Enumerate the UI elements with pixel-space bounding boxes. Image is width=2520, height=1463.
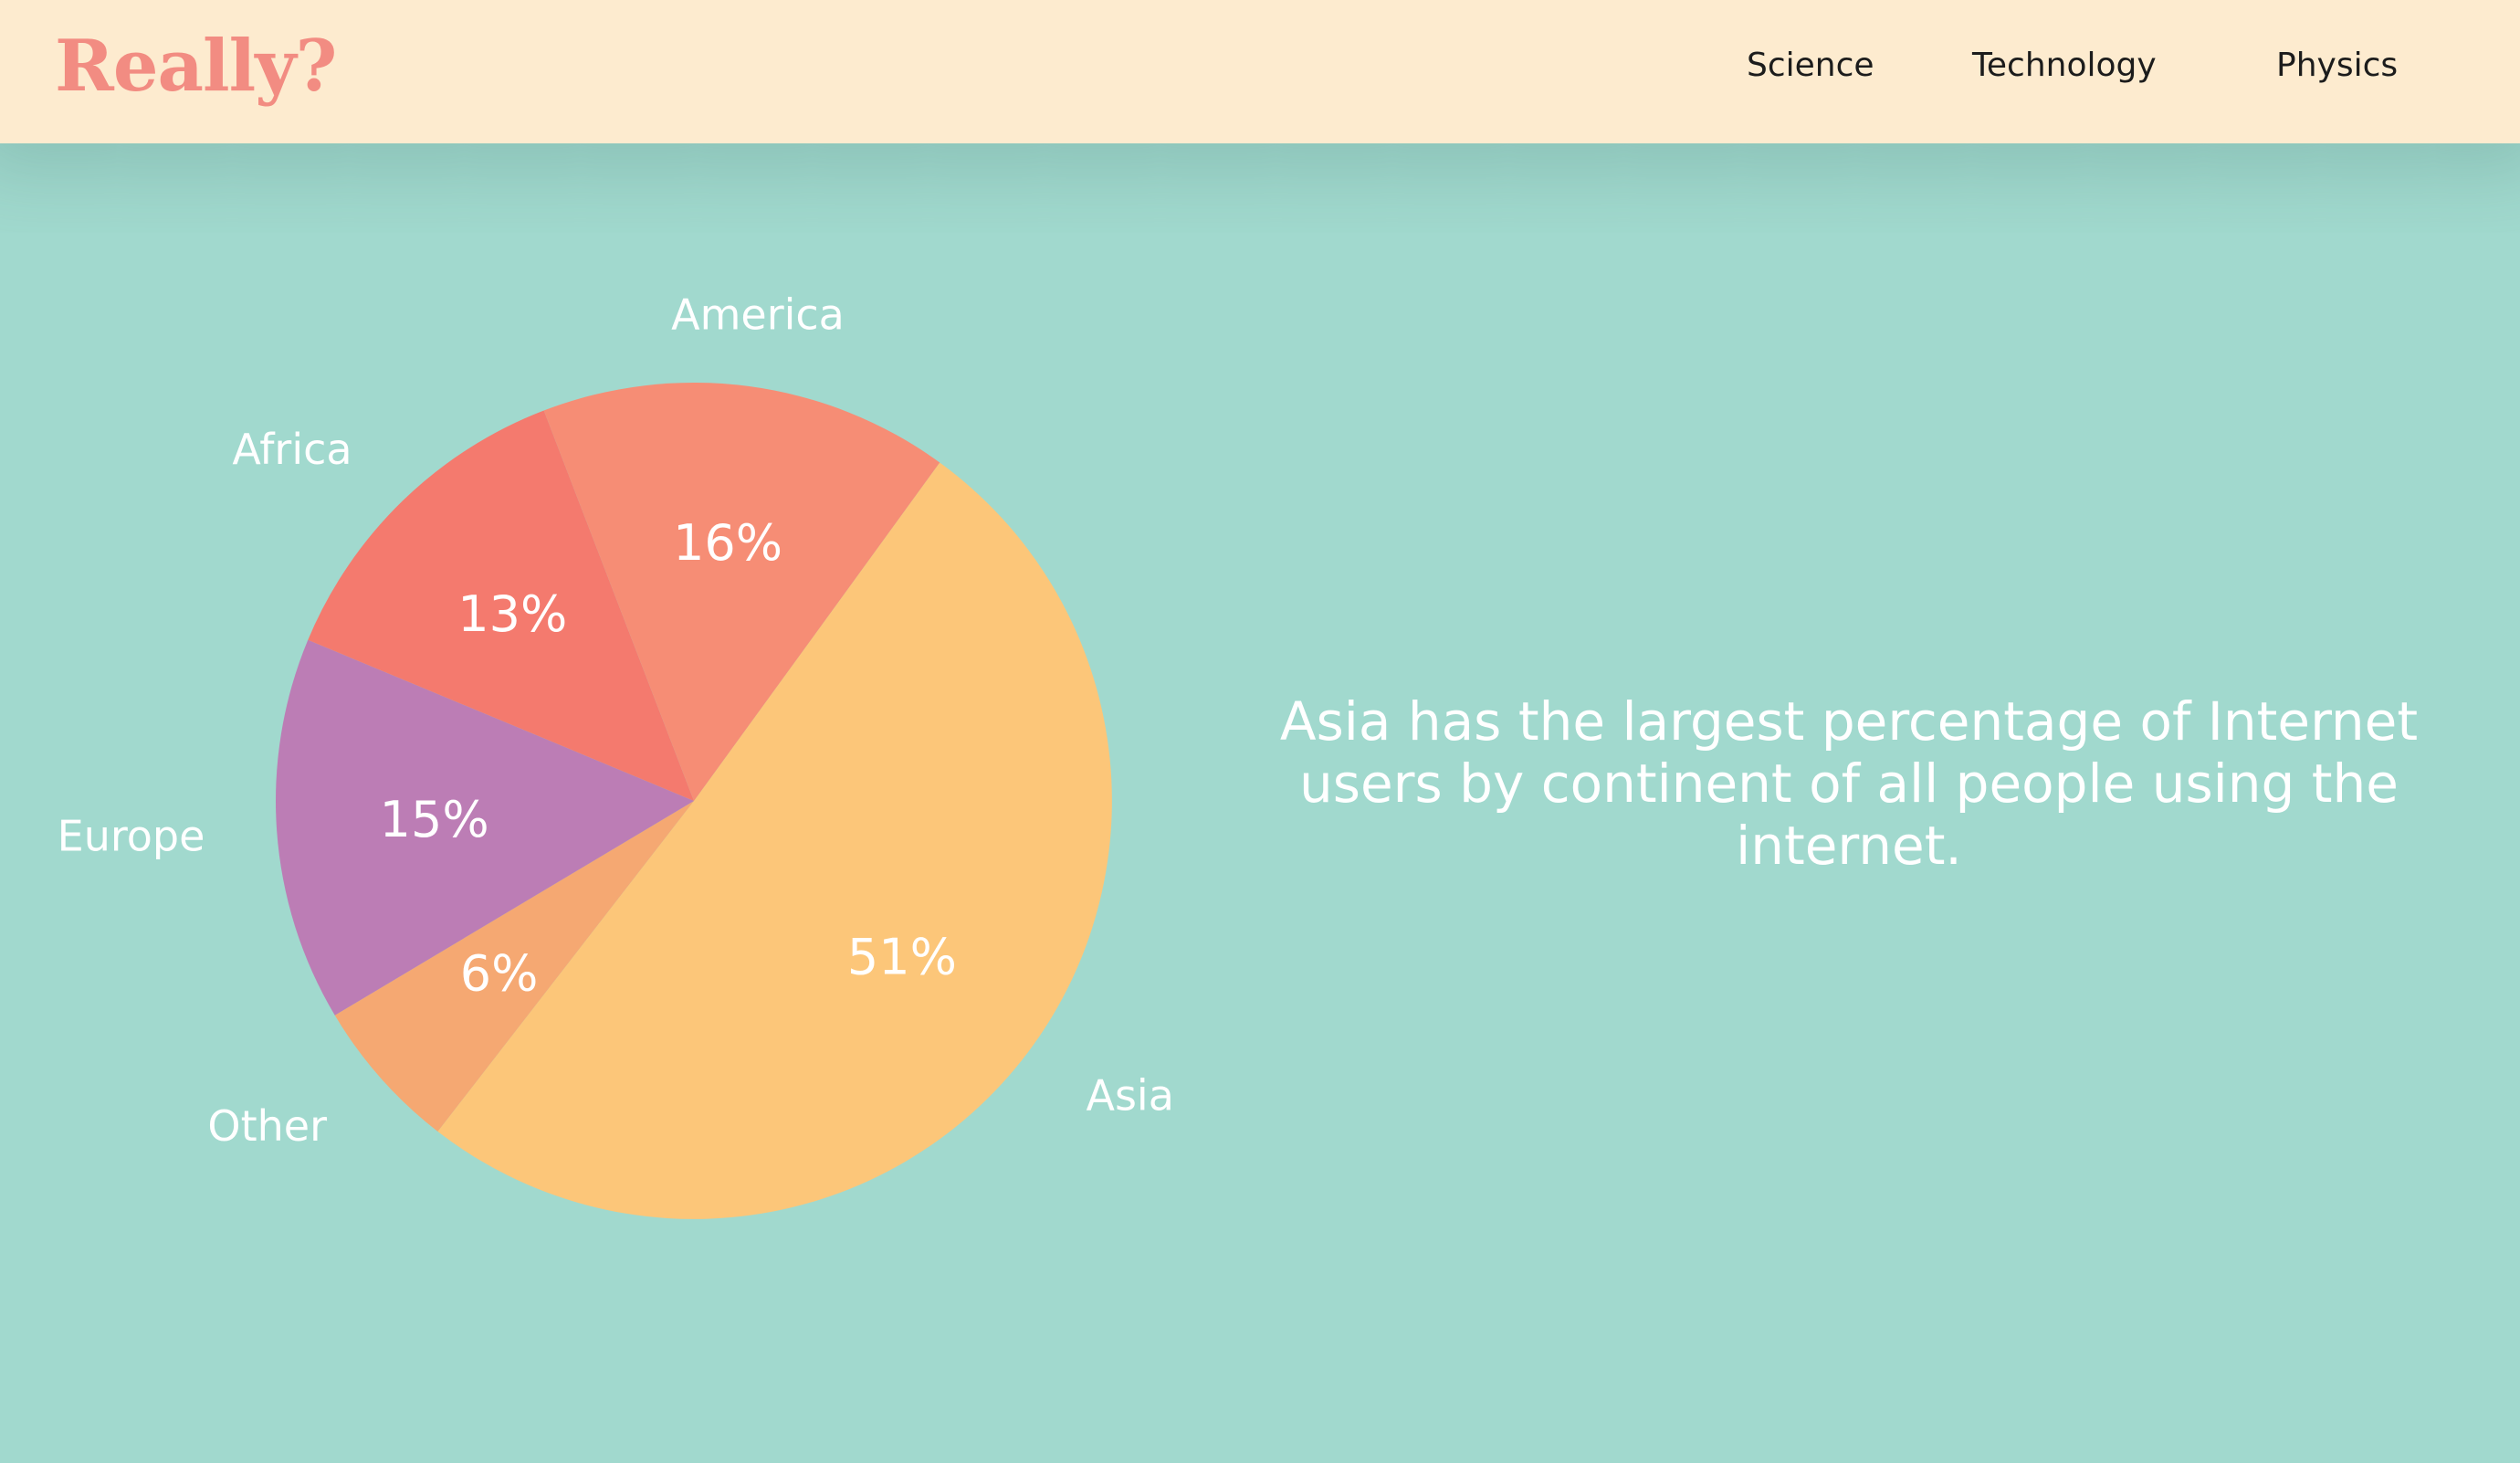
main-content: 51% Asia 6% Other 15% Europe 13% Africa 16% Ameri… xyxy=(0,143,2520,1463)
nav-link-physics[interactable]: Physics xyxy=(2276,49,2398,82)
slice-label-europe: Europe xyxy=(58,811,205,860)
slice-label-america: America xyxy=(671,290,845,340)
slice-label-africa: Africa xyxy=(232,425,352,474)
slice-label-asia: Asia xyxy=(1087,1070,1174,1120)
slice-value-asia: 51% xyxy=(847,929,957,986)
slice-label-other: Other xyxy=(207,1101,327,1151)
slice-value-europe: 15% xyxy=(380,791,489,848)
slice-value-africa: 13% xyxy=(457,585,567,643)
header: Really? Science Technology Physics xyxy=(0,0,2520,143)
slice-value-other: 6% xyxy=(460,944,539,1002)
chart-caption: Asia has the largest percentage of Inter… xyxy=(1279,690,2419,877)
slice-value-america: 16% xyxy=(673,514,782,572)
site-logo[interactable]: Really? xyxy=(55,31,337,102)
pie-chart: 51% Asia 6% Other 15% Europe 13% Africa 16% Ameri… xyxy=(58,290,1174,1219)
nav-link-technology[interactable]: Technology xyxy=(1972,49,2157,82)
nav-link-science[interactable]: Science xyxy=(1747,49,1874,82)
